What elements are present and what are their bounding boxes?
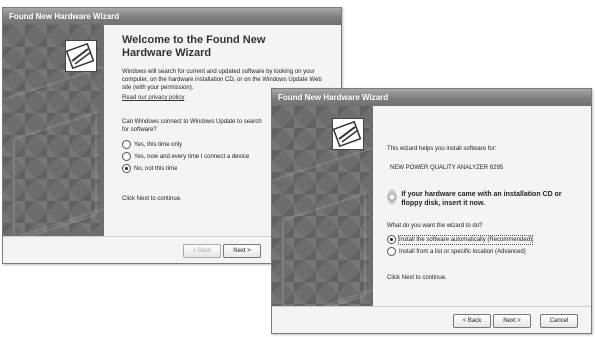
radio-button[interactable] [387,247,396,256]
option-label: Yes, this time only [134,141,183,148]
next-button[interactable]: Next > [493,314,531,328]
cancel-button[interactable]: Cancel [540,314,578,328]
cd-prompt: If your hardware came with an installati… [401,191,562,207]
wizard-question: What do you want the wizard to do? [387,223,483,229]
install-content: This wizard helps you install software f… [387,145,583,282]
radio-button-selected[interactable] [387,235,396,244]
wizard-window-install: Found New Hardware Wizard This wizard he… [271,88,592,334]
back-button[interactable]: < Back [183,244,221,258]
title-bar[interactable]: Found New Hardware Wizard [272,89,591,106]
welcome-heading: Welcome to the Found New Hardware Wizard [122,34,266,59]
cd-prompt-row: If your hardware came with an installati… [387,190,583,208]
cd-icon [387,190,398,204]
option-label: Install from a list or specific location… [399,248,526,255]
option-label: Yes, now and every time I connect a devi… [134,153,250,160]
install-options: Install the software automatically (Reco… [387,234,583,256]
update-question: Can Windows connect to Windows Update to… [122,119,262,133]
hardware-wizard-icon [332,118,364,150]
radio-option-advanced[interactable]: Install from a list or specific location… [387,247,583,256]
hardware-wizard-icon [65,40,97,72]
radio-option-automatic[interactable]: Install the software automatically (Reco… [387,234,583,245]
device-name: NEW POWER QUALITY ANALYZER 8295 [390,165,504,171]
radio-button[interactable] [122,140,131,149]
title-bar[interactable]: Found New Hardware Wizard [3,8,341,25]
continue-hint: Click Next to continue. [387,275,447,281]
next-button[interactable]: Next > [223,244,261,258]
button-bar: < Back Next > Cancel [272,306,591,333]
radio-button[interactable] [122,152,131,161]
option-label: Install the software automatically (Reco… [397,234,534,245]
option-label: No, not this time [134,165,178,172]
radio-button-selected[interactable] [122,164,131,173]
intro-text: This wizard helps you install software f… [387,146,497,152]
back-button[interactable]: < Back [453,314,491,328]
